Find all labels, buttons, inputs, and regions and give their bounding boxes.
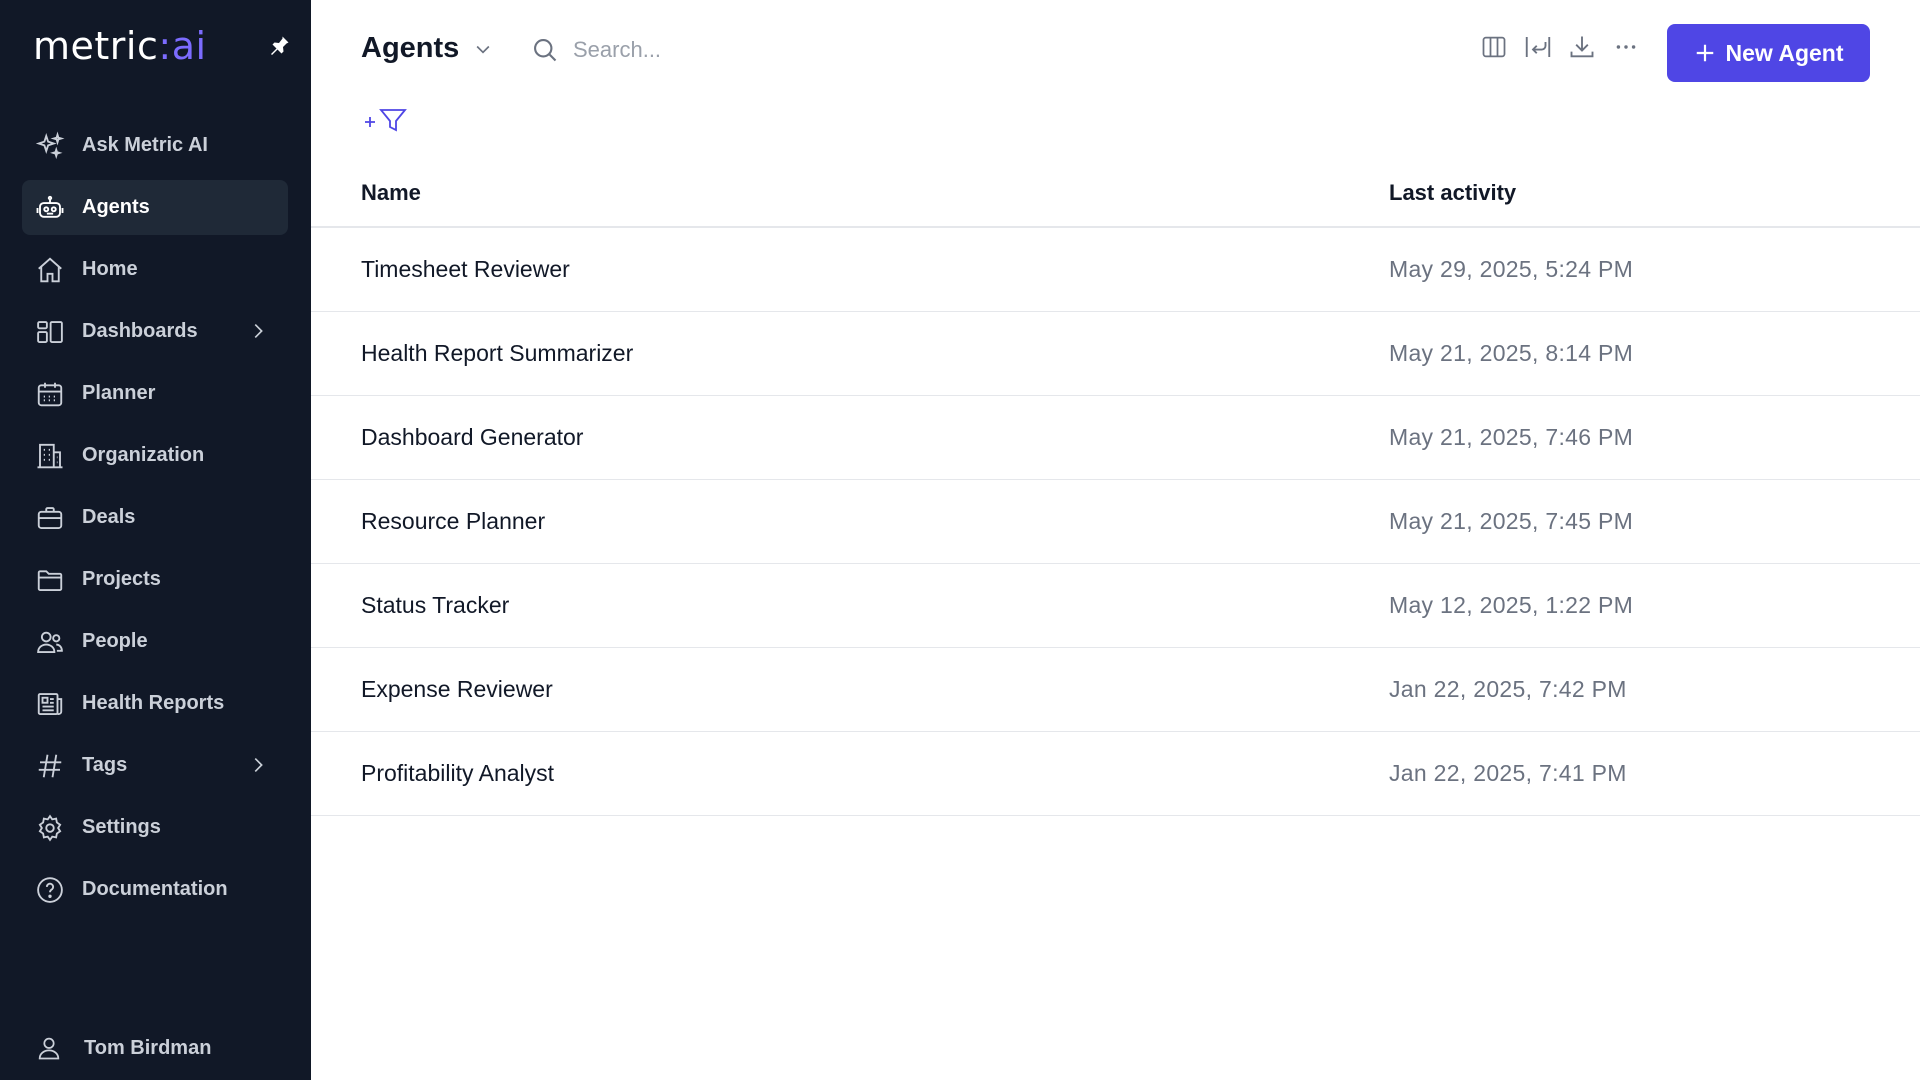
agents-table: Name Last activity Timesheet Reviewer Ma… xyxy=(311,160,1920,816)
sidebar-item-label: Settings xyxy=(82,816,161,838)
sidebar-item-agents[interactable]: Agents xyxy=(22,180,288,235)
table-row[interactable]: Status Tracker May 12, 2025, 1:22 PM xyxy=(311,564,1920,648)
sidebar-item-label: Home xyxy=(82,258,138,280)
gear-icon xyxy=(34,812,66,844)
sidebar-item-label: Deals xyxy=(82,506,136,528)
column-header-last-activity[interactable]: Last activity xyxy=(1389,180,1516,206)
sidebar-item-documentation[interactable]: Documentation xyxy=(22,862,288,917)
wrap-text-icon[interactable] xyxy=(1521,30,1555,64)
chevron-right-icon[interactable] xyxy=(246,319,270,343)
sidebar-nav: Ask Metric AI Agents Home Dashboards Pla… xyxy=(22,118,288,924)
sparkles-icon xyxy=(34,130,66,162)
sidebar-item-label: Tags xyxy=(82,754,128,776)
main-content: Agents Search... New Agent Name Last act… xyxy=(311,0,1920,1080)
sidebar-item-label: Ask Metric AI xyxy=(82,134,208,156)
sidebar-item-dashboards[interactable]: Dashboards xyxy=(22,304,288,359)
sidebar: metric: ai Ask Metric AI Agents Home Das… xyxy=(0,0,311,1080)
sidebar-item-people[interactable]: People xyxy=(22,614,288,669)
more-options-icon[interactable] xyxy=(1609,30,1643,64)
sidebar-item-tags[interactable]: Tags xyxy=(22,738,288,793)
brand-name: metric xyxy=(33,24,159,68)
home-icon xyxy=(34,254,66,286)
toolbar xyxy=(1467,30,1643,64)
users-icon xyxy=(34,626,66,658)
robot-icon xyxy=(34,192,66,224)
sidebar-item-health-reports[interactable]: Health Reports xyxy=(22,676,288,731)
sidebar-item-label: Health Reports xyxy=(82,692,225,714)
agent-last-activity: May 21, 2025, 7:45 PM xyxy=(1389,508,1634,534)
add-filter-icon xyxy=(365,109,407,132)
chevron-right-icon[interactable] xyxy=(246,753,270,777)
table-row[interactable]: Dashboard Generator May 21, 2025, 7:46 P… xyxy=(311,396,1920,480)
page-title: Agents xyxy=(361,32,460,64)
table-row[interactable]: Resource Planner May 21, 2025, 7:45 PM xyxy=(311,480,1920,564)
brand-suffix: ai xyxy=(171,24,207,68)
help-circle-icon xyxy=(34,874,66,906)
table-header: Name Last activity xyxy=(311,160,1920,228)
hash-icon xyxy=(34,750,66,782)
topbar: Agents Search... New Agent xyxy=(311,0,1920,100)
columns-icon[interactable] xyxy=(1477,30,1511,64)
sidebar-item-label: People xyxy=(82,630,148,652)
search-bar xyxy=(529,30,889,70)
new-agent-label: New Agent xyxy=(1725,39,1844,66)
chevron-down-icon xyxy=(473,38,495,60)
sidebar-item-settings[interactable]: Settings xyxy=(22,800,288,855)
user-profile[interactable]: Tom Birdman xyxy=(34,1028,211,1068)
newspaper-icon xyxy=(34,688,66,720)
folder-icon xyxy=(34,564,66,596)
plus-icon xyxy=(1694,42,1716,64)
agent-name: Profitability Analyst xyxy=(361,760,555,786)
brand-separator: : xyxy=(158,24,172,68)
table-row[interactable]: Timesheet Reviewer May 29, 2025, 5:24 PM xyxy=(311,228,1920,312)
sidebar-item-label: Dashboards xyxy=(82,320,198,342)
calendar-icon xyxy=(34,378,66,410)
agent-last-activity: May 21, 2025, 8:14 PM xyxy=(1389,340,1634,366)
agent-name: Timesheet Reviewer xyxy=(361,256,570,282)
agent-last-activity: Jan 22, 2025, 7:42 PM xyxy=(1389,676,1627,702)
sidebar-item-home[interactable]: Home xyxy=(22,242,288,297)
user-name: Tom Birdman xyxy=(84,1036,212,1059)
search-icon xyxy=(529,34,561,66)
brand-logo[interactable]: metric: ai xyxy=(33,22,207,70)
agent-name: Status Tracker xyxy=(361,592,510,618)
agent-last-activity: May 12, 2025, 1:22 PM xyxy=(1389,592,1634,618)
table-row[interactable]: Health Report Summarizer May 21, 2025, 8… xyxy=(311,312,1920,396)
agent-last-activity: Jan 22, 2025, 7:41 PM xyxy=(1389,760,1627,786)
add-filter-button[interactable] xyxy=(363,104,411,136)
app-root: metric: ai Ask Metric AI Agents Home Das… xyxy=(0,0,1920,1080)
sidebar-item-deals[interactable]: Deals xyxy=(22,490,288,545)
sidebar-item-label: Projects xyxy=(82,568,161,590)
agent-last-activity: May 29, 2025, 5:24 PM xyxy=(1389,256,1634,282)
search-input[interactable] xyxy=(573,37,873,63)
download-icon[interactable] xyxy=(1565,30,1599,64)
sidebar-item-label: Documentation xyxy=(82,878,228,900)
agent-last-activity: May 21, 2025, 7:46 PM xyxy=(1389,424,1634,450)
agent-name: Resource Planner xyxy=(361,508,546,534)
dashboard-icon xyxy=(34,316,66,348)
sidebar-item-organization[interactable]: Organization xyxy=(22,428,288,483)
table-row[interactable]: Expense Reviewer Jan 22, 2025, 7:42 PM xyxy=(311,648,1920,732)
sidebar-item-ask-metric-ai[interactable]: Ask Metric AI xyxy=(22,118,288,173)
sidebar-item-label: Planner xyxy=(82,382,156,404)
table-row[interactable]: Profitability Analyst Jan 22, 2025, 7:41… xyxy=(311,732,1920,816)
sidebar-item-label: Agents xyxy=(82,196,150,218)
new-agent-button[interactable]: New Agent xyxy=(1667,24,1870,82)
user-icon xyxy=(34,1033,64,1063)
sidebar-item-label: Organization xyxy=(82,444,205,466)
agent-name: Expense Reviewer xyxy=(361,676,553,702)
pin-icon[interactable] xyxy=(266,33,292,59)
page-title-dropdown[interactable]: Agents xyxy=(361,32,495,65)
agent-name: Dashboard Generator xyxy=(361,424,584,450)
sidebar-item-planner[interactable]: Planner xyxy=(22,366,288,421)
building-icon xyxy=(34,440,66,472)
column-header-name[interactable]: Name xyxy=(361,180,421,206)
agent-name: Health Report Summarizer xyxy=(361,340,634,366)
table-body: Timesheet Reviewer May 29, 2025, 5:24 PM… xyxy=(311,228,1920,816)
sidebar-item-projects[interactable]: Projects xyxy=(22,552,288,607)
briefcase-icon xyxy=(34,502,66,534)
